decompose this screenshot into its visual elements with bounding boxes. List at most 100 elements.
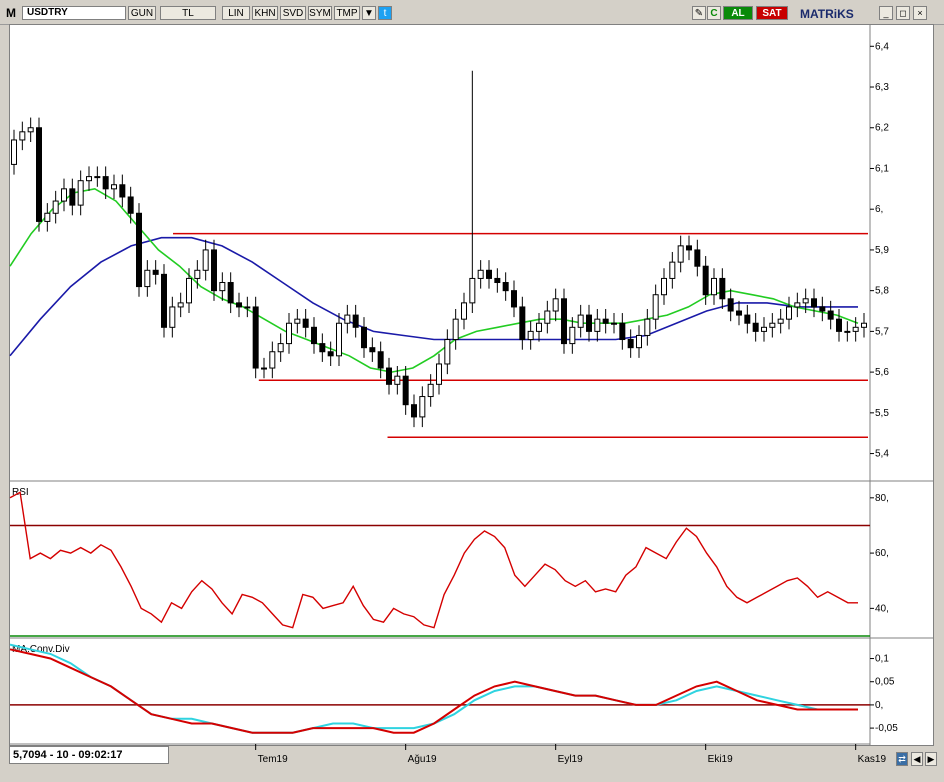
candle-body xyxy=(344,314,351,324)
candle-body xyxy=(186,277,192,304)
candle-body xyxy=(102,176,109,190)
price-tick-label: 5,4 xyxy=(875,449,889,460)
price-tick-label: 6,3 xyxy=(875,82,889,93)
candle-body xyxy=(544,310,551,324)
price-tick-label: 6, xyxy=(875,204,883,215)
candle-body xyxy=(727,298,734,312)
candle-body xyxy=(452,318,459,341)
candle-body xyxy=(352,314,359,328)
candle-body xyxy=(469,277,476,304)
candle-body xyxy=(277,343,284,353)
candle-body xyxy=(261,367,267,370)
candle-body xyxy=(502,282,509,292)
macd-tick-label: 0,1 xyxy=(875,654,889,665)
macd-tick-label: 0, xyxy=(875,700,883,711)
candle-body xyxy=(77,180,84,206)
candle-body xyxy=(252,306,259,369)
candle-body xyxy=(269,351,276,369)
candle-body xyxy=(144,269,151,288)
candle-body xyxy=(669,261,676,279)
candle-body xyxy=(819,306,826,312)
candle-body xyxy=(44,212,51,222)
candle-body xyxy=(152,269,159,275)
time-tick-label: Kas19 xyxy=(858,754,887,765)
price-tick-label: 6,1 xyxy=(875,163,889,174)
macd-tick-label: 0,05 xyxy=(875,677,895,688)
candle-body xyxy=(244,306,251,309)
candle-body xyxy=(69,188,76,206)
candle-body xyxy=(177,302,184,308)
candle-body xyxy=(719,277,726,300)
candle-body xyxy=(286,322,292,345)
candle-body xyxy=(752,322,759,332)
candle-body xyxy=(644,318,651,336)
candle-body xyxy=(652,294,659,320)
candle-body xyxy=(444,339,451,365)
time-tick-label: Tem19 xyxy=(258,754,288,765)
candle-body xyxy=(436,363,442,385)
status-readout: 5,7094 - 10 - 09:02:17 xyxy=(9,746,169,764)
candle-body xyxy=(427,383,434,398)
candle-body xyxy=(19,131,26,141)
candle-body xyxy=(494,277,501,284)
candle-body xyxy=(302,318,309,328)
candle-body xyxy=(86,176,92,182)
candle-body xyxy=(311,326,317,345)
candle-body xyxy=(777,318,784,324)
candle-body xyxy=(94,176,101,179)
candle-body xyxy=(486,269,492,279)
candle-body xyxy=(11,139,17,165)
candle-body xyxy=(369,347,376,353)
candle-body xyxy=(169,306,176,328)
rsi-line xyxy=(9,491,858,629)
price-tick-label: 5,6 xyxy=(875,367,889,378)
candle-body xyxy=(119,184,126,198)
candle-body xyxy=(161,273,167,328)
candle-body xyxy=(202,249,209,271)
candle-body xyxy=(386,367,392,385)
rsi-tick-label: 80, xyxy=(875,493,889,504)
settings-icon[interactable]: ⇄ xyxy=(896,752,908,766)
candle-body xyxy=(794,302,801,308)
candle-body xyxy=(127,196,134,214)
candle-body xyxy=(552,298,559,312)
candle-body xyxy=(744,314,751,324)
candle-body xyxy=(811,298,817,308)
candle-body xyxy=(361,326,367,349)
candle-body xyxy=(586,314,592,332)
candle-body xyxy=(627,339,634,349)
candle-body xyxy=(736,310,742,316)
candle-body xyxy=(402,375,409,406)
candle-body xyxy=(677,245,684,263)
scroll-left-icon[interactable]: ◀ xyxy=(911,752,923,766)
candle-body xyxy=(461,302,467,320)
candle-body xyxy=(686,245,692,251)
price-tick-label: 5,5 xyxy=(875,408,889,419)
candle-body xyxy=(636,334,642,349)
candle-body xyxy=(577,314,584,328)
candle-body xyxy=(611,322,617,325)
candle-body xyxy=(36,127,42,222)
candle-body xyxy=(594,318,601,332)
scroll-right-icon[interactable]: ▶ xyxy=(925,752,937,766)
candle-body xyxy=(827,310,834,320)
price-tick-label: 5,9 xyxy=(875,245,889,256)
candle-body xyxy=(702,265,709,296)
candle-body xyxy=(786,306,792,320)
time-tick-label: Eki19 xyxy=(708,754,733,765)
candle-body xyxy=(319,343,326,353)
price-chart: 6,46,36,26,16,5,95,85,75,65,55,4RSI80,60… xyxy=(9,25,933,765)
price-tick-label: 5,8 xyxy=(875,286,889,297)
price-tick-label: 6,2 xyxy=(875,123,889,134)
macd-line xyxy=(9,648,858,734)
candle-body xyxy=(377,351,384,369)
candle-body xyxy=(711,277,717,296)
candle-body xyxy=(411,404,417,418)
candle-body xyxy=(511,290,517,308)
candle-body xyxy=(111,184,117,190)
candle-body xyxy=(802,298,809,304)
candle-body xyxy=(844,330,851,333)
rsi-tick-label: 40, xyxy=(875,603,889,614)
candle-body xyxy=(861,322,867,328)
time-tick-label: Ağu19 xyxy=(408,754,437,765)
